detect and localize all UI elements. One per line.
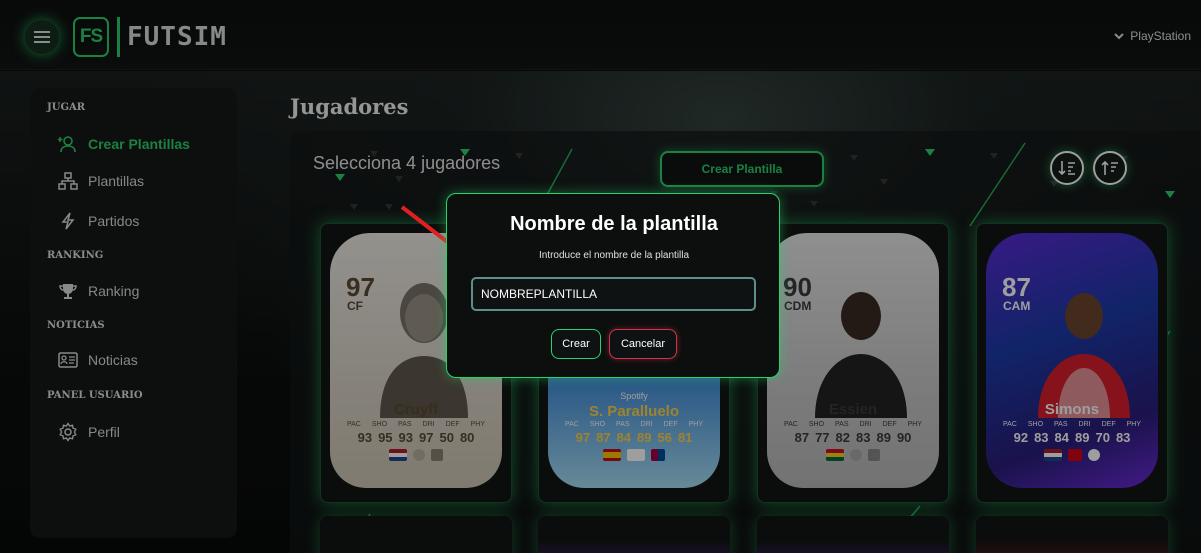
create-button[interactable]: Crear xyxy=(551,329,601,359)
team-name-dialog: Nombre de la plantilla Introduce el nomb… xyxy=(446,193,780,378)
dialog-subtitle: Introduce el nombre de la plantilla xyxy=(538,250,690,261)
dialog-title: Nombre de la plantilla xyxy=(510,213,718,235)
team-name-input[interactable] xyxy=(471,277,756,311)
cancel-button[interactable]: Cancelar xyxy=(609,329,677,359)
